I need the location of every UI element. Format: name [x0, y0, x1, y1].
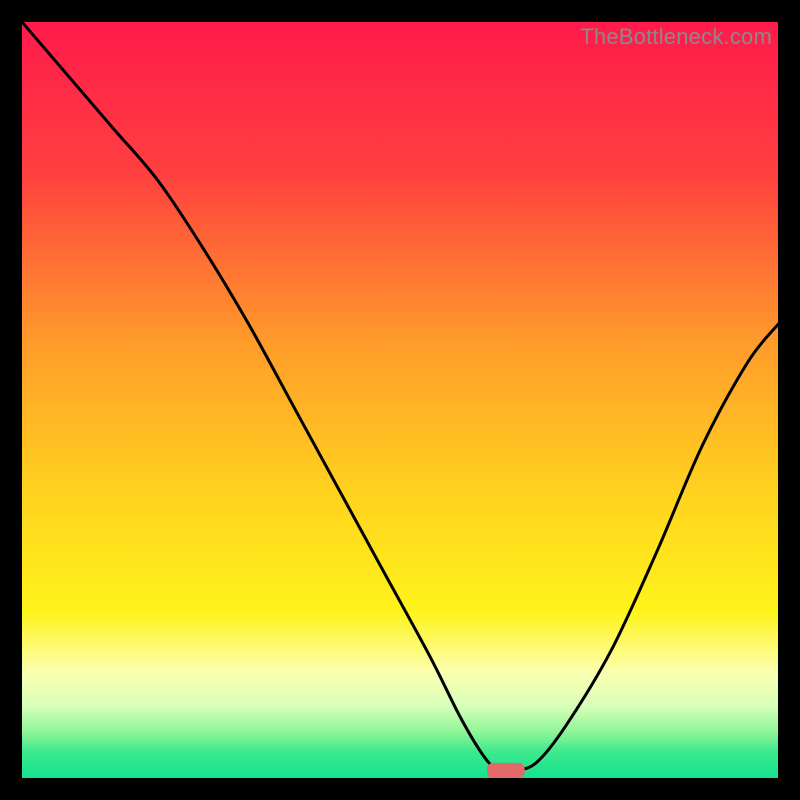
watermark-text: TheBottleneck.com [580, 24, 772, 50]
optimum-marker [487, 763, 525, 778]
chart-frame: TheBottleneck.com [0, 0, 800, 800]
plot-wrap: TheBottleneck.com [22, 22, 778, 778]
plot-background [22, 22, 778, 778]
plot-svg [22, 22, 778, 778]
